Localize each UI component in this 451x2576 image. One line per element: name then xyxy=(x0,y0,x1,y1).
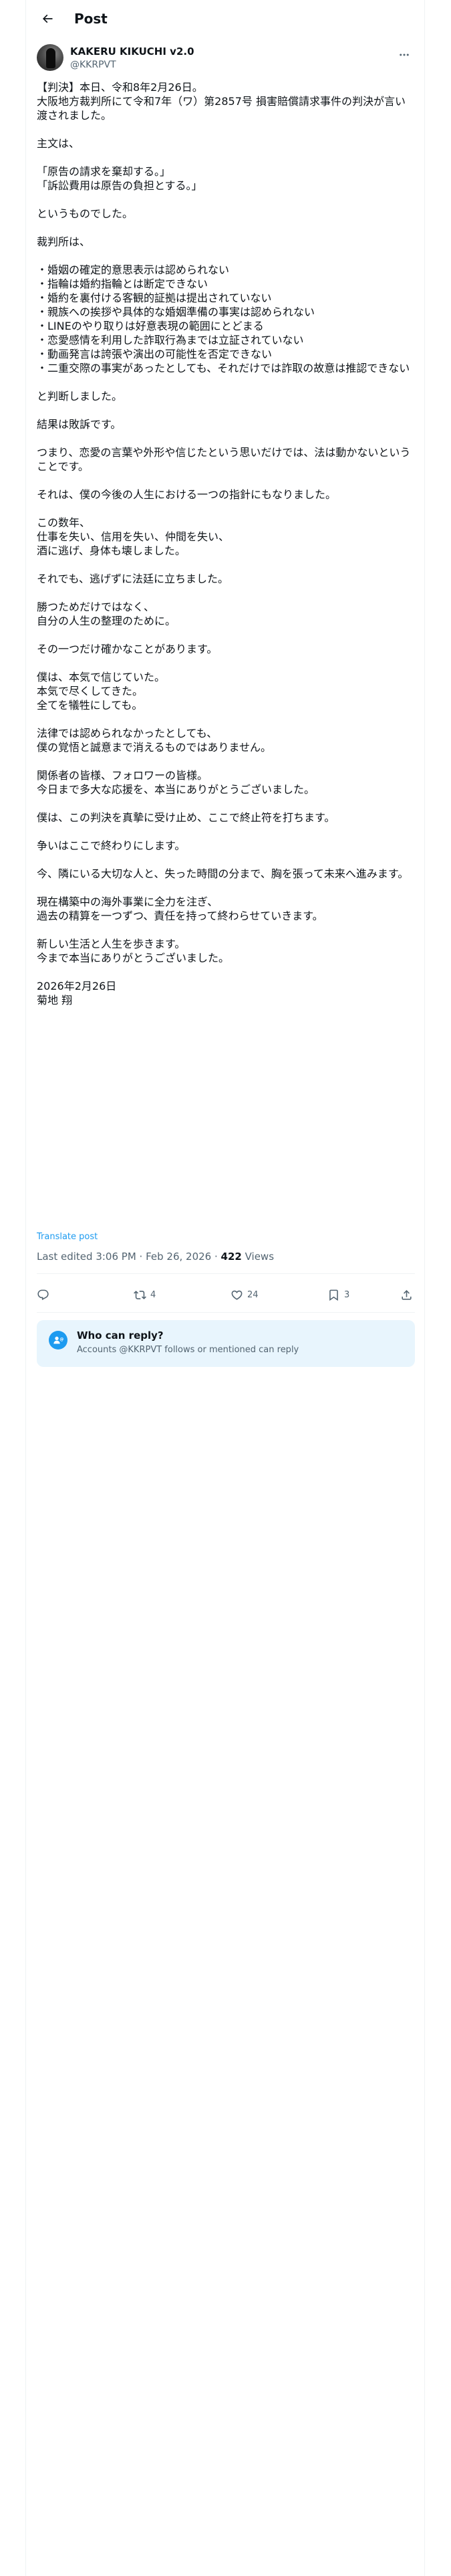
reply-restriction-title: Who can reply? xyxy=(77,1329,164,1341)
author-handle[interactable]: @KKRPVT xyxy=(70,60,116,70)
avatar-figure xyxy=(46,48,55,68)
post-author: KAKERU KIKUCHI v2.0 @KKRPVT xyxy=(37,44,415,74)
mention-user-icon: @ xyxy=(49,1331,67,1350)
share-button[interactable] xyxy=(400,1279,413,1311)
top-bar: Post xyxy=(26,0,426,37)
reply-restriction-subtitle: Accounts @KKRPVT follows or mentioned ca… xyxy=(77,1345,299,1355)
like-count: 24 xyxy=(247,1289,259,1300)
user-at-icon: @ xyxy=(53,1336,63,1344)
repost-icon xyxy=(134,1290,146,1299)
more-dots-icon xyxy=(400,53,409,56)
reply-icon xyxy=(37,1289,49,1300)
page-title: Post xyxy=(74,11,108,27)
reply-restriction-box: @ Who can reply? Accounts @KKRPVT follow… xyxy=(37,1320,415,1367)
post-timestamp[interactable]: Last edited 3:06 PM · Feb 26, 2026 · xyxy=(37,1251,221,1263)
back-button[interactable] xyxy=(35,7,59,31)
like-button[interactable]: 24 xyxy=(231,1279,259,1311)
post-text: 【判決】本日、令和8年2月26日。 大阪地方裁判所にて令和7年（ワ）第2857号… xyxy=(37,81,411,1006)
more-options-button[interactable] xyxy=(394,44,415,66)
repost-button[interactable]: 4 xyxy=(134,1279,156,1311)
share-icon xyxy=(402,1289,412,1300)
divider xyxy=(37,1273,415,1274)
translate-post-link[interactable]: Translate post xyxy=(37,1232,98,1242)
repost-count: 4 xyxy=(150,1289,156,1300)
views-count: 422 xyxy=(220,1251,242,1263)
page: Post KAKERU KIKUCHI v2.0 @KKRPVT 【判決】本日、… xyxy=(0,0,451,2576)
reply-button[interactable] xyxy=(37,1279,49,1311)
heart-icon xyxy=(231,1290,243,1300)
post-meta: Last edited 3:06 PM · Feb 26, 2026 · 422… xyxy=(37,1251,274,1263)
main-column: Post KAKERU KIKUCHI v2.0 @KKRPVT 【判決】本日、… xyxy=(25,0,425,2576)
bookmark-icon xyxy=(329,1289,338,1301)
views-label: Views xyxy=(241,1251,275,1263)
arrow-left-icon xyxy=(42,14,53,23)
divider xyxy=(37,1312,415,1313)
action-bar: 4 24 3 xyxy=(37,1279,415,1311)
avatar[interactable] xyxy=(37,44,63,71)
svg-text:@: @ xyxy=(59,1337,63,1342)
author-name[interactable]: KAKERU KIKUCHI v2.0 xyxy=(70,45,194,58)
bookmark-button[interactable]: 3 xyxy=(327,1279,349,1311)
bookmark-count: 3 xyxy=(344,1289,350,1300)
